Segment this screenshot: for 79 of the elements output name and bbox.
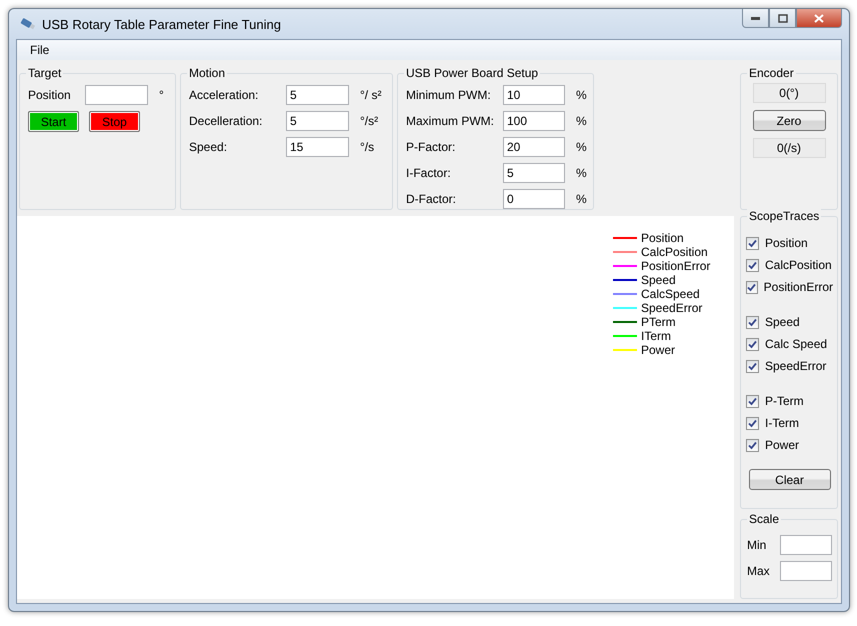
checkbox[interactable]	[746, 280, 758, 294]
input-field[interactable]: 15	[286, 137, 349, 157]
legend-label: CalcSpeed	[641, 287, 700, 301]
start-button[interactable]: Start	[28, 111, 79, 132]
zero-button[interactable]: Zero	[752, 110, 826, 131]
field-label: Decelleration:	[189, 114, 264, 128]
field-label: Maximum PWM:	[406, 114, 495, 128]
legend-label: PTerm	[641, 315, 676, 329]
legend-label: Power	[641, 343, 676, 357]
checkbox-label: SpeedError	[765, 359, 826, 373]
checkbox-label: Speed	[765, 315, 800, 329]
group-title: Motion	[187, 66, 228, 80]
input-field[interactable]: 10	[503, 85, 565, 105]
unit-label: °/ s²	[360, 88, 382, 102]
unit-label: %	[576, 88, 587, 102]
field-label: Minimum PWM:	[406, 88, 492, 102]
group-title: ScopeTraces	[747, 209, 822, 223]
group-title: Target	[26, 66, 64, 80]
checkbox-label: P-Term	[765, 394, 804, 408]
close-icon	[814, 14, 824, 22]
encoder-readout: 0(/s)	[752, 138, 826, 158]
input-field[interactable]	[780, 561, 832, 581]
minimize-icon	[751, 16, 760, 20]
checkbox-label: PositionError	[764, 280, 833, 294]
input-field[interactable]: 5	[286, 85, 349, 105]
checkbox-label: I-Term	[765, 416, 799, 430]
group-title: USB Power Board Setup	[404, 66, 540, 80]
field-label: Max	[747, 564, 771, 578]
checkbox[interactable]	[746, 438, 759, 452]
field-label: P-Factor:	[406, 140, 456, 154]
checkbox[interactable]	[746, 258, 759, 272]
legend-label: ITerm	[641, 329, 671, 343]
unit-label: °/s	[360, 140, 374, 154]
minimize-button[interactable]	[742, 9, 769, 28]
input-field[interactable]: 100	[503, 111, 565, 131]
unit-label: %	[576, 114, 587, 128]
unit-label: %	[576, 166, 587, 180]
maximize-button[interactable]	[769, 9, 796, 28]
checkbox-label: Power	[765, 438, 800, 452]
legend-label: Speed	[641, 273, 676, 287]
field-label: D-Factor:	[406, 192, 458, 206]
input-field[interactable]: 0	[503, 189, 565, 209]
field-label: Acceleration:	[189, 88, 260, 102]
checkbox-label: Calc Speed	[765, 337, 828, 351]
group-title: Encoder	[747, 66, 796, 80]
checkbox[interactable]	[746, 316, 759, 328]
clear-button[interactable]: Clear	[748, 469, 830, 490]
usb-stick-icon	[20, 17, 36, 31]
input-field[interactable]: 5	[286, 111, 349, 131]
unit-label: °	[159, 88, 164, 102]
unit-label: %	[576, 140, 587, 154]
group-title: Scale	[747, 512, 782, 526]
unit-label: °/s²	[360, 114, 378, 128]
close-button[interactable]	[796, 9, 842, 28]
checkbox[interactable]	[746, 338, 759, 350]
input-field[interactable]: 20	[503, 137, 565, 157]
checkbox-label: CalcPosition	[765, 258, 832, 272]
checkbox[interactable]	[746, 360, 759, 372]
stop-button[interactable]: Stop	[89, 111, 140, 132]
legend-label: Position	[641, 231, 684, 245]
field-label: I-Factor:	[406, 166, 452, 180]
checkbox-label: Position	[765, 236, 808, 250]
checkbox[interactable]	[746, 416, 759, 430]
field-label: Speed:	[189, 140, 228, 154]
input-field[interactable]: 5	[503, 163, 565, 183]
legend-label: CalcPosition	[641, 245, 708, 259]
encoder-readout: 0(°)	[752, 83, 826, 103]
maximize-icon	[778, 14, 788, 22]
legend-label: PositionError	[641, 259, 710, 273]
field-label: Min	[747, 538, 768, 552]
window-title: USB Rotary Table Parameter Fine Tuning	[42, 16, 282, 32]
unit-label: %	[576, 192, 587, 206]
legend-label: SpeedError	[641, 301, 702, 315]
input-field[interactable]	[780, 535, 832, 555]
checkbox[interactable]	[746, 236, 759, 250]
checkbox[interactable]	[746, 394, 759, 408]
menu-item[interactable]: File	[23, 41, 56, 59]
field-label: Position	[28, 88, 72, 102]
input-field[interactable]	[85, 85, 148, 105]
